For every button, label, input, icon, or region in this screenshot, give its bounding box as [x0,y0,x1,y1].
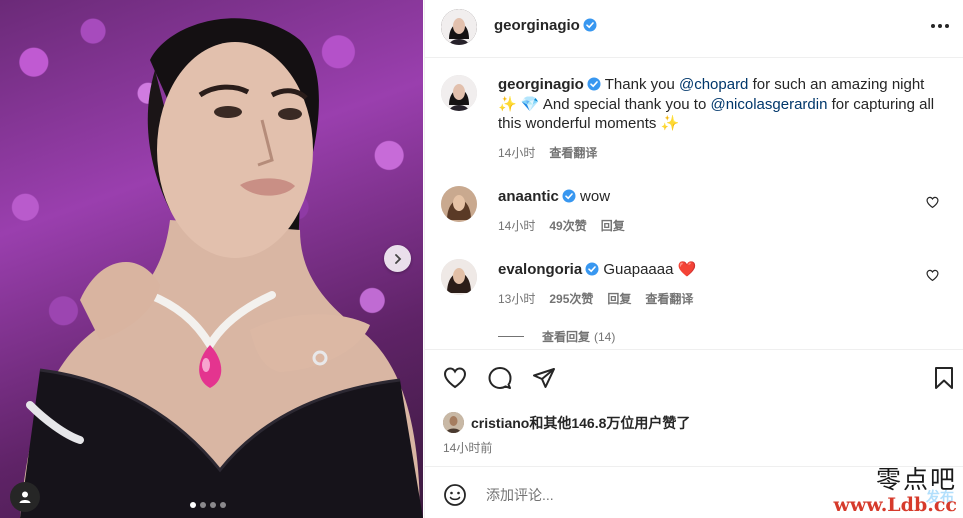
divider-line [498,336,524,337]
emoji-icon[interactable] [443,483,467,507]
comment-likes[interactable]: 49次赞 [549,217,586,234]
comment-icon[interactable] [487,366,513,390]
avatar-photo [441,75,477,111]
tagged-users-button[interactable] [10,482,40,512]
mention-link[interactable]: @nicolasgerardin [710,96,827,113]
action-bar [425,362,963,396]
liker-avatar[interactable] [443,412,464,433]
post-photo [20,18,423,518]
carousel-dot [200,502,206,508]
comment-text: anaantic wow [498,187,938,207]
more-options-button[interactable] [928,16,952,36]
author-username[interactable]: georginagio [494,17,580,34]
comment-meta: 13小时 295次赞 回复 查看翻译 [498,290,693,307]
avatar-photo [441,186,477,222]
replies-count: (14) [594,329,616,344]
liker-username[interactable]: cristiano [471,415,529,431]
avatar-photo [443,412,464,433]
post-header: georginagio [425,0,963,58]
view-replies-button[interactable]: 查看回复 (14) [498,328,615,345]
heart-icon[interactable] [926,269,939,282]
caption-meta: 14小时 查看翻译 [498,144,597,161]
verified-badge-icon [583,18,597,32]
comment-item: anaantic wow 14小时 49次赞 回复 [441,186,941,236]
mention-link[interactable]: @chopard [679,76,748,93]
likes-rest[interactable]: 和其他146.8万位用户赞了 [529,415,690,431]
caption-username[interactable]: georginagio [498,76,584,93]
verified-badge-icon [562,189,576,203]
comment-text: evalongoria Guapaaaa ❤️ [498,260,938,280]
avatar-photo [441,259,477,295]
commenter-username[interactable]: anaantic [498,188,559,205]
see-translation-button[interactable]: 查看翻译 [645,290,693,307]
carousel-next-button[interactable] [384,245,411,272]
commenter-avatar[interactable] [441,259,477,295]
heart-icon[interactable] [926,196,939,209]
verified-badge-icon [585,262,599,276]
caption-text-part: Thank you [604,76,679,93]
caption-time[interactable]: 14小时 [498,144,535,161]
user-icon [19,491,31,503]
commenter-avatar[interactable] [441,186,477,222]
author-avatar[interactable] [441,9,477,45]
carousel-dot [220,502,226,508]
share-icon[interactable] [531,366,557,390]
likes-text: cristiano和其他146.8万位用户赞了 [471,413,690,433]
comment-time[interactable]: 14小时 [498,217,535,234]
comment-body: wow [580,188,611,205]
view-replies-label: 查看回复 [542,330,591,344]
verified-badge-icon [587,77,601,91]
comment-input[interactable] [486,484,866,506]
comment-item: evalongoria Guapaaaa ❤️ 13小时 295次赞 回复 查看… [441,259,941,309]
see-translation-button[interactable]: 查看翻译 [549,144,597,161]
post-media[interactable] [0,0,423,518]
comment-meta: 14小时 49次赞 回复 [498,217,625,234]
heart-icon[interactable] [442,366,468,390]
chevron-right-icon [394,253,401,264]
comment-time[interactable]: 13小时 [498,290,535,307]
carousel-dot [190,502,196,508]
watermark-line2: www.Ldb.cc [833,494,957,516]
watermark-line1: 零点吧 [875,465,957,494]
comment-body: Guapaaaa ❤️ [603,261,697,278]
post-timestamp[interactable]: 14小时前 [443,439,492,456]
avatar-photo [441,9,477,45]
reply-button[interactable]: 回复 [601,217,625,234]
author-avatar[interactable] [441,75,477,111]
carousel-indicator [190,502,226,508]
caption-text: georginagio Thank you @chopard for such … [498,75,938,134]
post-side-panel: georginagio georginagio Thank you @chopa… [424,0,963,518]
comments-section[interactable]: georginagio Thank you @chopard for such … [425,58,963,350]
commenter-username[interactable]: evalongoria [498,261,582,278]
comment-likes[interactable]: 295次赞 [549,290,593,307]
watermark: 零点吧 www.Ldb.cc [833,465,957,517]
bookmark-icon[interactable] [933,366,955,390]
reply-button[interactable]: 回复 [607,290,631,307]
more-horizontal-icon [931,24,935,28]
likes-summary[interactable]: cristiano和其他146.8万位用户赞了 [443,412,690,433]
carousel-dot [210,502,216,508]
